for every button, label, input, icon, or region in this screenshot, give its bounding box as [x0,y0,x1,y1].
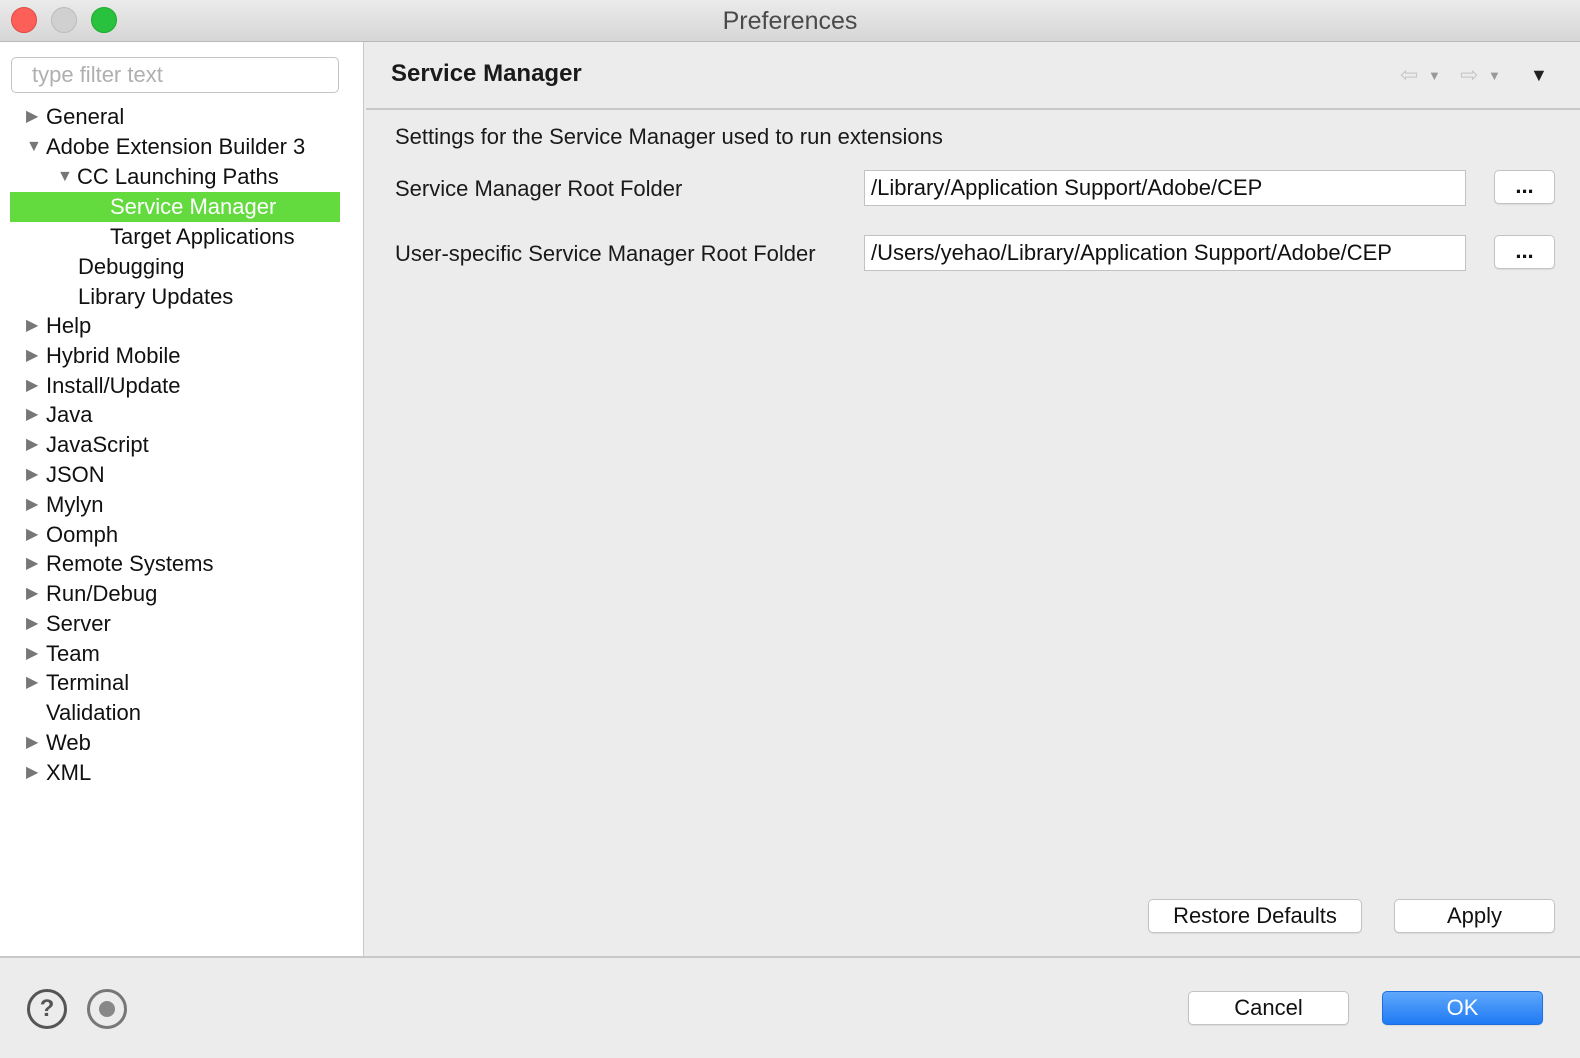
page-header: Service Manager ⇦ ▼ ⇨ ▼ ▼ [366,42,1580,110]
tree-item-label: CC Launching Paths [77,164,279,189]
ok-button[interactable]: OK [1382,991,1543,1025]
tree-item-label: JavaScript [46,432,149,457]
twisty-collapsed-icon[interactable]: ▶ [26,371,46,401]
tree-item-javascript[interactable]: ▶ JavaScript [26,430,149,460]
page-title: Service Manager [391,60,582,87]
page-description: Settings for the Service Manager used to… [395,124,943,149]
tree-item-label: Oomph [46,522,119,547]
tree-item-label: Run/Debug [46,581,158,606]
tree-item-label: Install/Update [46,373,181,398]
user-root-folder-field[interactable] [864,235,1466,271]
twisty-collapsed-icon[interactable]: ▶ [26,102,46,132]
tree-item-label: Target Applications [110,224,295,249]
tree-item-label: Library Updates [78,284,234,309]
tree-item-label: Team [46,641,100,666]
tree-item-label: Mylyn [46,492,104,517]
tree-item-label: Java [46,402,93,427]
dialog-button-bar: ? Cancel OK [0,956,1580,1058]
tree-item-label: Terminal [46,670,130,695]
tree-item-debugging[interactable]: Debugging [78,252,184,282]
tree-item-install-update[interactable]: ▶ Install/Update [26,371,181,401]
browse-root-folder-button[interactable]: ... [1494,170,1555,204]
twisty-collapsed-icon[interactable]: ▶ [26,490,46,520]
tree-item-library-updates[interactable]: Library Updates [78,282,233,312]
tree-item-remote-systems[interactable]: ▶ Remote Systems [26,549,214,579]
twisty-expanded-icon[interactable]: ▼ [57,162,77,192]
tree-item-service-manager[interactable]: Service Manager [10,192,340,222]
tree-item-label: JSON [46,462,105,487]
tree-item-json[interactable]: ▶ JSON [26,460,105,490]
tree-item-label: XML [46,760,92,785]
tree-item-terminal[interactable]: ▶ Terminal [26,668,129,698]
twisty-collapsed-icon[interactable]: ▶ [26,311,46,341]
root-folder-field[interactable] [864,170,1466,206]
tree-item-xml[interactable]: ▶ XML [26,758,91,788]
view-menu-icon[interactable]: ▼ [1530,65,1548,86]
tree-item-general[interactable]: ▶ General [26,102,124,132]
tree-item-label: Service Manager [110,194,277,219]
twisty-collapsed-icon[interactable]: ▶ [26,400,46,430]
twisty-collapsed-icon[interactable]: ▶ [26,549,46,579]
cancel-button[interactable]: Cancel [1188,991,1349,1025]
twisty-collapsed-icon[interactable]: ▶ [26,668,46,698]
back-arrow-icon[interactable]: ⇦ [1400,62,1418,88]
twisty-collapsed-icon[interactable]: ▶ [26,430,46,460]
twisty-collapsed-icon[interactable]: ▶ [26,758,46,788]
tree-item-web[interactable]: ▶ Web [26,728,91,758]
tree-item-label: Server [46,611,111,636]
help-icon[interactable]: ? [27,989,67,1029]
restore-defaults-button[interactable]: Restore Defaults [1148,899,1362,933]
browse-user-root-folder-button[interactable]: ... [1494,235,1555,269]
twisty-collapsed-icon[interactable]: ▶ [26,639,46,669]
title-bar: Preferences [0,0,1580,42]
tree-item-label: General [46,104,125,129]
twisty-collapsed-icon[interactable]: ▶ [26,341,46,371]
twisty-collapsed-icon[interactable]: ▶ [26,728,46,758]
tree-item-validation[interactable]: Validation [46,698,141,728]
tree-item-run-debug[interactable]: ▶ Run/Debug [26,579,157,609]
back-history-chevron-icon[interactable]: ▼ [1428,68,1441,83]
import-export-icon[interactable] [87,989,127,1029]
tree-item-cc-launching-paths[interactable]: ▼ CC Launching Paths [57,162,279,192]
tree-item-mylyn[interactable]: ▶ Mylyn [26,490,103,520]
tree-item-team[interactable]: ▶ Team [26,639,100,669]
tree-item-oomph[interactable]: ▶ Oomph [26,520,118,550]
page-navigation: ⇦ ▼ ⇨ ▼ ▼ [1400,62,1560,92]
tree-item-target-applications[interactable]: Target Applications [110,222,295,252]
twisty-collapsed-icon[interactable]: ▶ [26,579,46,609]
record-dot [99,1001,115,1017]
root-folder-label: Service Manager Root Folder [395,176,683,201]
tree-item-help[interactable]: ▶ Help [26,311,91,341]
twisty-collapsed-icon[interactable]: ▶ [26,609,46,639]
forward-history-chevron-icon[interactable]: ▼ [1488,68,1501,83]
help-glyph: ? [39,995,55,1022]
tree-item-label: Debugging [78,254,185,279]
preferences-tree-pane: ▶General ▼Adobe Extension Builder 3 ▼CC … [0,42,364,956]
twisty-expanded-icon[interactable]: ▼ [26,132,46,162]
twisty-collapsed-icon[interactable]: ▶ [26,460,46,490]
tree-item-label: Adobe Extension Builder 3 [46,134,306,159]
window-title: Preferences [722,7,858,35]
tree-item-label: Web [46,730,91,755]
tree-item-label: Validation [46,700,141,725]
tree-item-server[interactable]: ▶ Server [26,609,111,639]
tree-item-adobe-extension-builder[interactable]: ▼ Adobe Extension Builder 3 [26,132,305,162]
apply-button[interactable]: Apply [1394,899,1555,933]
forward-arrow-icon[interactable]: ⇨ [1460,62,1478,88]
tree-item-label: Hybrid Mobile [46,343,181,368]
tree-item-hybrid-mobile[interactable]: ▶ Hybrid Mobile [26,341,181,371]
preference-page: Service Manager ⇦ ▼ ⇨ ▼ ▼ Settings for t… [366,42,1580,956]
tree-item-label: Help [46,313,92,338]
user-root-folder-label: User-specific Service Manager Root Folde… [395,241,816,266]
tree-item-label: Remote Systems [46,551,214,576]
tree-item-java[interactable]: ▶ Java [26,400,92,430]
twisty-collapsed-icon[interactable]: ▶ [26,520,46,550]
filter-input[interactable] [11,57,339,93]
